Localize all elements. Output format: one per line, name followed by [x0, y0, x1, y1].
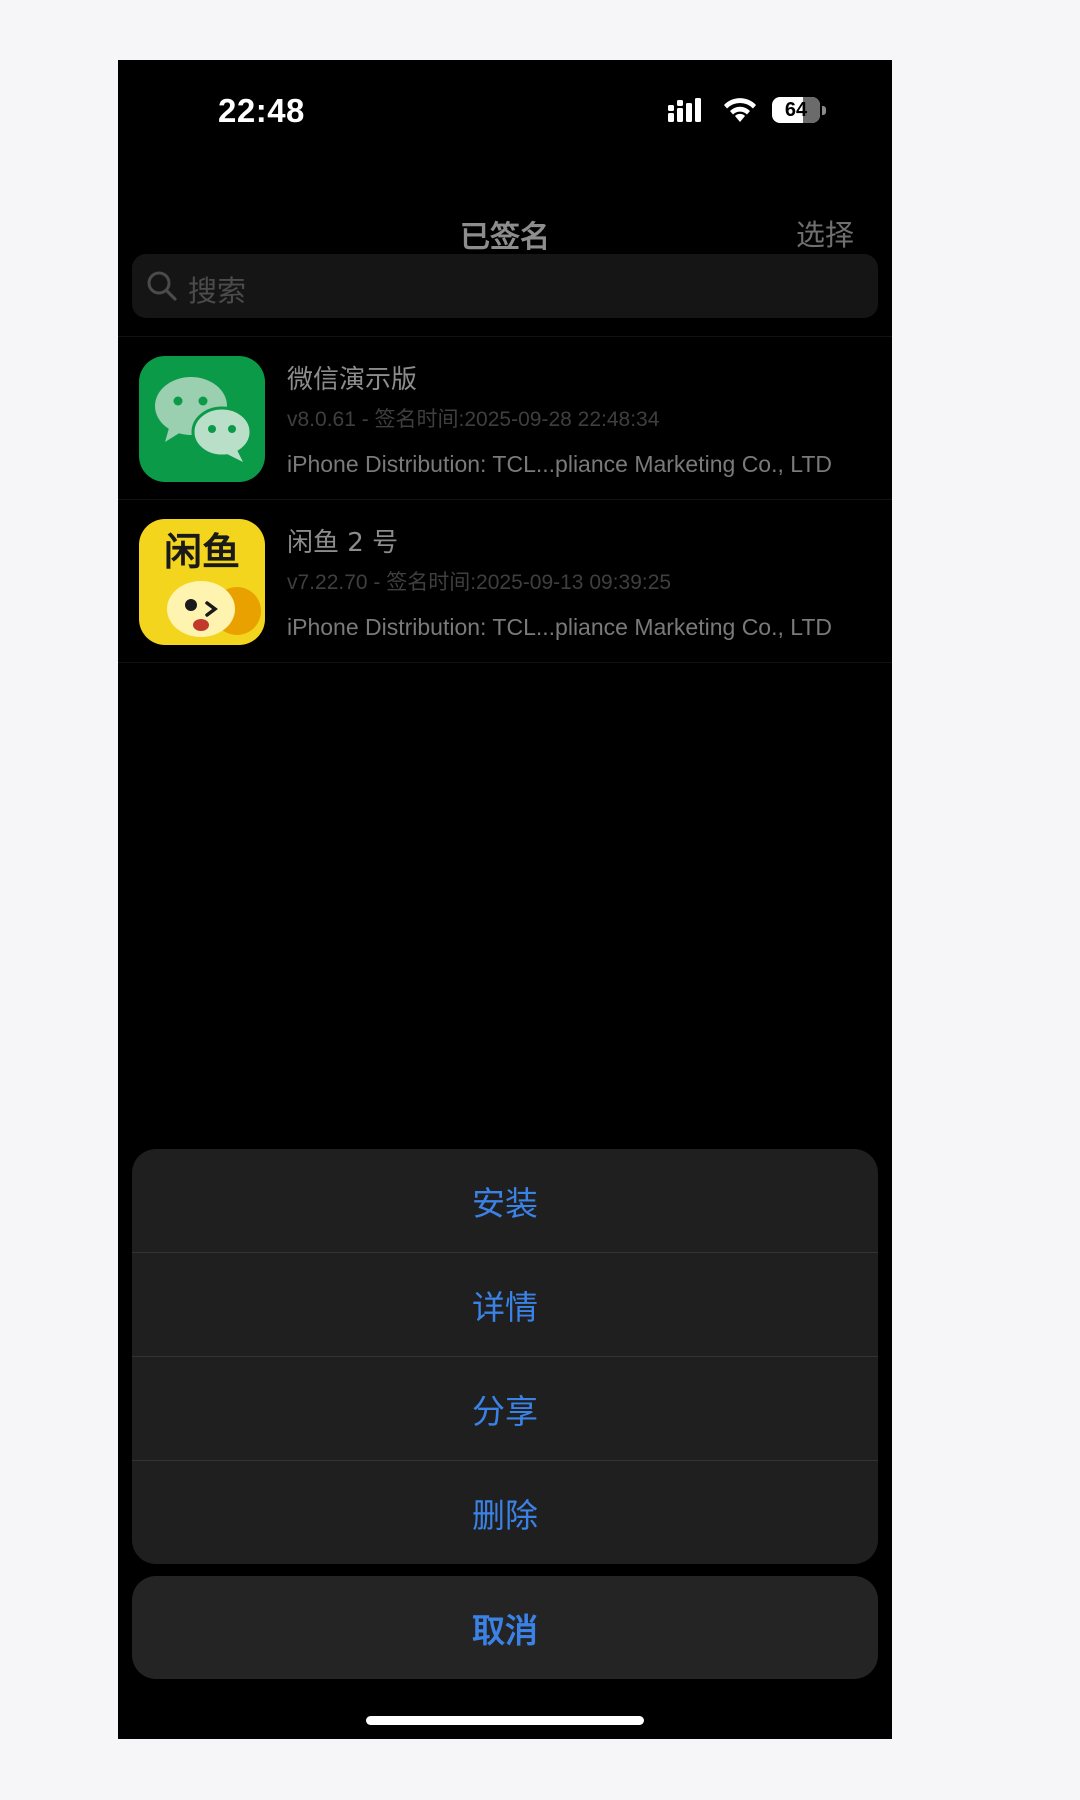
search-icon [147, 271, 177, 301]
search-placeholder: 搜索 [188, 274, 247, 308]
action-sheet: 安装 详情 分享 删除 [132, 1149, 878, 1564]
battery-level: 64 [784, 99, 808, 121]
app-meta: v7.22.70 - 签名时间:2025-09-13 09:39:25 [287, 571, 672, 594]
details-button[interactable]: 详情 [132, 1252, 878, 1356]
xianyu-app-icon: 闲鱼 [139, 519, 265, 645]
install-button[interactable]: 安装 [132, 1149, 878, 1252]
delete-button[interactable]: 删除 [132, 1460, 878, 1564]
signed-app-list: 微信演示版 v8.0.61 - 签名时间:2025-09-28 22:48:34… [118, 336, 892, 663]
app-name: 闲鱼 2 号 [287, 528, 399, 558]
app-certificate: iPhone Distribution: TCL...pliance Marke… [287, 451, 833, 477]
search-input[interactable]: 搜索 [132, 254, 878, 318]
wechat-app-icon [139, 356, 265, 482]
phone-screen: 22:48 64 已签名 选择 搜索 微信演示版 v8.0.61 - 签名时间:… [118, 60, 892, 1739]
status-time: 22:48 [218, 92, 305, 129]
status-icons: 64 [668, 96, 826, 124]
page-title: 已签名 [460, 220, 550, 255]
app-meta: v8.0.61 - 签名时间:2025-09-28 22:48:34 [287, 408, 660, 431]
wifi-icon [724, 98, 756, 122]
home-indicator[interactable] [366, 1716, 644, 1725]
app-name: 微信演示版 [287, 365, 418, 395]
list-item[interactable]: 闲鱼 闲鱼 2 号 v7.22.70 - 签名时间:2025-09-13 09:… [118, 499, 892, 663]
cellular-signal-icon [668, 98, 701, 122]
app-certificate: iPhone Distribution: TCL...pliance Marke… [287, 614, 833, 640]
list-item[interactable]: 微信演示版 v8.0.61 - 签名时间:2025-09-28 22:48:34… [118, 336, 892, 499]
share-button[interactable]: 分享 [132, 1356, 878, 1460]
status-bar: 22:48 64 [118, 60, 892, 164]
select-button[interactable]: 选择 [796, 212, 854, 254]
cancel-button[interactable]: 取消 [132, 1576, 878, 1679]
battery-icon: 64 [772, 97, 826, 123]
xianyu-logo-text: 闲鱼 [164, 530, 240, 574]
